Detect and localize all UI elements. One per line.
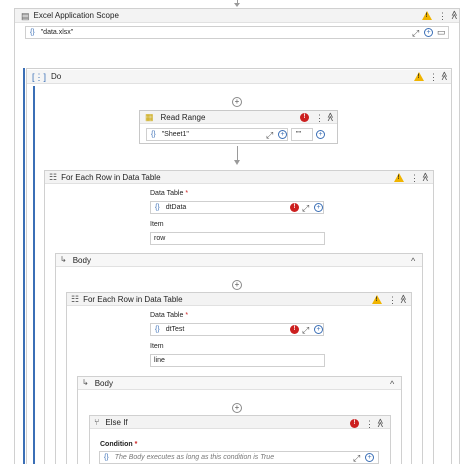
condition-label: Condition *	[100, 441, 138, 448]
add-variable-icon[interactable]: +	[424, 28, 433, 37]
body-arrow-icon: ↳	[82, 378, 89, 387]
range-field[interactable]: ""	[291, 128, 313, 141]
connector-arrow	[234, 3, 240, 7]
data-table-value: dtData	[165, 204, 187, 211]
add-variable-icon[interactable]: +	[314, 325, 323, 334]
warning-icon[interactable]	[372, 295, 382, 304]
read-range-icon: ▦	[145, 112, 154, 122]
collapse-icon[interactable]: ≪	[399, 294, 409, 303]
collapse-body-icon[interactable]: ^	[411, 256, 415, 266]
folder-icon[interactable]: ▭	[437, 27, 446, 37]
item-field[interactable]: line	[150, 354, 325, 367]
body-outer-title: Body	[72, 255, 91, 265]
condition-field[interactable]: {} The Body executes as long as this con…	[99, 451, 379, 464]
more-options-icon[interactable]: ⋮	[438, 11, 447, 21]
workbook-path-field[interactable]: {} "data.xlsx"	[25, 26, 449, 39]
else-if-icon: ⑂	[94, 417, 100, 427]
sequence-icon: [⋮]	[32, 71, 47, 82]
data-table-value: dtTest	[165, 326, 185, 333]
excel-scope-title: Excel Application Scope	[33, 11, 119, 20]
add-activity-icon[interactable]: +	[232, 280, 242, 290]
excel-scope-icon: ▤	[21, 10, 30, 21]
data-table-label: Data Table *	[150, 190, 189, 197]
expression-editor-icon[interactable]: ⤢	[302, 203, 309, 213]
more-options-icon[interactable]: ⋮	[410, 173, 419, 183]
do-left-bar	[33, 86, 35, 464]
more-options-icon[interactable]: ⋮	[429, 72, 438, 82]
else-if-header[interactable]: ⑂ Else If	[90, 416, 390, 429]
collapse-icon[interactable]: ≪	[376, 418, 386, 427]
add-activity-icon[interactable]: +	[232, 403, 242, 413]
expression-brace: {}	[30, 29, 35, 36]
error-icon[interactable]: !	[290, 203, 299, 212]
body-arrow-icon: ↳	[60, 255, 67, 264]
expression-brace: {}	[104, 454, 109, 461]
workbook-path-value: "data.xlsx"	[40, 29, 74, 36]
expression-editor-icon[interactable]: ⤢	[266, 130, 273, 140]
connector-arrow	[234, 160, 240, 165]
condition-placeholder: The Body executes as long as this condit…	[114, 454, 275, 461]
collapse-icon[interactable]: ≪	[440, 71, 450, 80]
body-inner-header[interactable]: ↳ Body	[78, 377, 401, 390]
warning-icon[interactable]	[394, 173, 404, 182]
expression-brace: {}	[155, 204, 160, 211]
warning-icon[interactable]	[422, 11, 432, 20]
collapse-body-icon[interactable]: ^	[390, 379, 394, 389]
else-if-title: Else If	[105, 417, 128, 427]
for-each-outer-header[interactable]: ☷ For Each Row in Data Table	[45, 171, 433, 184]
add-variable-icon[interactable]: +	[278, 130, 287, 139]
item-field[interactable]: row	[150, 232, 325, 245]
read-range-title: Read Range	[160, 112, 206, 122]
range-value: ""	[296, 131, 301, 138]
error-icon[interactable]: !	[290, 325, 299, 334]
more-options-icon[interactable]: ⋮	[365, 419, 374, 429]
for-each-inner-header[interactable]: ☷ For Each Row in Data Table	[67, 293, 411, 306]
expression-brace: {}	[151, 131, 156, 138]
expression-brace: {}	[155, 326, 160, 333]
data-table-label: Data Table *	[150, 312, 189, 319]
add-variable-icon[interactable]: +	[365, 453, 374, 462]
expression-editor-icon[interactable]: ⤢	[412, 28, 419, 38]
do-title: Do	[51, 72, 62, 81]
collapse-icon[interactable]: ≪	[326, 112, 336, 121]
do-header[interactable]: [⋮] Do	[27, 70, 451, 84]
collapse-icon[interactable]: ≪	[421, 172, 431, 181]
body-inner-title: Body	[94, 378, 113, 388]
for-each-icon: ☷	[49, 172, 58, 182]
for-each-outer-title: For Each Row in Data Table	[61, 172, 161, 182]
error-icon[interactable]: !	[300, 113, 309, 122]
body-outer-header[interactable]: ↳ Body	[56, 254, 422, 267]
add-variable-icon[interactable]: +	[316, 130, 325, 139]
expression-editor-icon[interactable]: ⤢	[353, 453, 360, 463]
scope-left-bar	[23, 68, 25, 464]
expression-editor-icon[interactable]: ⤢	[302, 325, 309, 335]
excel-scope-header[interactable]: ▤ Excel Application Scope	[15, 9, 459, 23]
item-label: Item	[150, 343, 164, 350]
for-each-inner-title: For Each Row in Data Table	[83, 294, 183, 304]
add-variable-icon[interactable]: +	[314, 203, 323, 212]
error-icon[interactable]: !	[350, 419, 359, 428]
collapse-icon[interactable]: ≪	[450, 10, 460, 19]
item-label: Item	[150, 221, 164, 228]
more-options-icon[interactable]: ⋮	[315, 113, 324, 123]
add-activity-icon[interactable]: +	[232, 97, 242, 107]
sheet-name-value: "Sheet1"	[161, 131, 189, 138]
warning-icon[interactable]	[414, 72, 424, 81]
more-options-icon[interactable]: ⋮	[388, 295, 397, 305]
for-each-icon: ☷	[71, 294, 80, 304]
